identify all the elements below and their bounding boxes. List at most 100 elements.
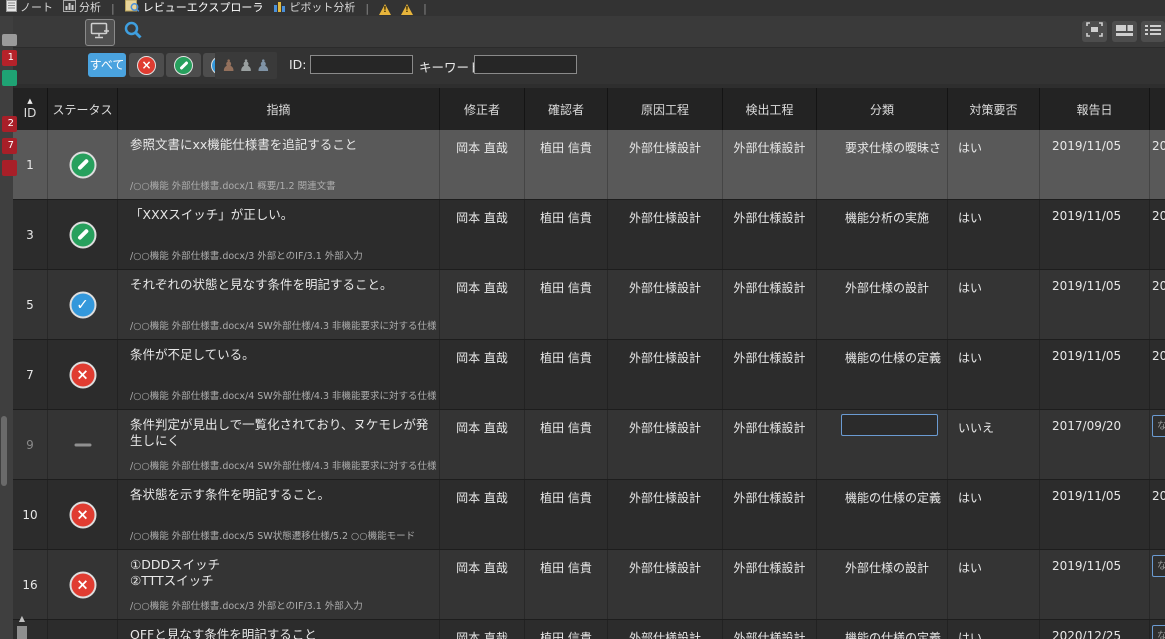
card-view-icon [1116,22,1133,41]
category-text: 機能の仕様の定義 [845,629,946,639]
table-row[interactable]: 1参照文書にxx機能仕様書を追記すること/○○機能 外部仕様書.docx/1 概… [13,130,1165,200]
id-cell: 16 [13,550,48,619]
toolbar [13,16,1165,47]
menu-separator: | [423,2,427,15]
pivot-analysis-icon [273,0,286,15]
menu-item-label: ノート [20,0,53,15]
category-cell: 外部仕様の設計 [817,550,948,619]
fixer-cell: 岡本 直哉 [440,270,525,339]
status-cell: × [48,340,118,409]
warning-icon[interactable] [379,4,391,15]
scroll-up-arrow[interactable]: ▲ [15,612,29,625]
menu-item-note[interactable]: ノート [6,0,53,15]
row-id: 16 [13,578,47,592]
table-row[interactable]: 10×各状態を示す条件を明記すること。/○○機能 外部仕様書.docx/5 SW… [13,480,1165,550]
person-filter-brown-icon[interactable]: ♟ [221,56,235,75]
category-cell: 機能の仕様の定義 [817,480,948,549]
table-row[interactable]: OFFと見なす条件を明記すること岡本 直哉植田 信貴外部仕様設計外部仕様設計機能… [13,620,1165,639]
search-icon [123,20,143,44]
issue-cell: それぞれの状態と見なす条件を明記すること。/○○機能 外部仕様書.docx/4 … [118,270,440,339]
list-view-button[interactable] [1141,21,1165,42]
table-row[interactable]: 9条件判定が見出しで一覧化されており、ヌケモレが発生しにく/○○機能 外部仕様書… [13,410,1165,480]
column-header: 指摘 [118,88,440,130]
status-reject-icon: × [69,361,96,388]
checker-name: 植田 信貴 [525,559,607,576]
action-required-cell: はい [948,340,1040,409]
detect-process: 外部仕様設計 [723,279,816,296]
table-row[interactable]: 16×①DDDスイッチ ②TTTスイッチ/○○機能 外部仕様書.docx/3 外… [13,550,1165,620]
sidebar-badge[interactable]: 2 [2,116,17,132]
report-date-value: 2019/11/05 [1052,139,1121,153]
table-scrollbar-thumb[interactable] [17,626,27,639]
clipped-dropdown[interactable]: な [1152,415,1165,437]
id-cell: 10 [13,480,48,549]
category-cell: 機能の仕様の定義 [817,340,948,409]
checker-name: 植田 信貴 [525,139,607,156]
sidebar-badge[interactable] [2,34,17,46]
filter-rejected-button[interactable]: × [129,53,164,77]
fixer-cell: 岡本 直哉 [440,200,525,269]
filter-all-button[interactable]: すべて [88,53,126,77]
issue-text: それぞれの状態と見なす条件を明記すること。 [130,277,435,293]
checker-cell: 植田 信貴 [525,410,608,479]
left-scrollbar-thumb[interactable] [1,416,7,486]
category-text: 要求仕様の曖昧さ [845,139,946,156]
issue-text: ①DDDスイッチ ②TTTスイッチ [130,557,435,589]
sidebar-badge[interactable] [2,160,17,176]
card-view-button[interactable] [1112,21,1137,42]
clipped-dropdown[interactable]: な [1152,625,1165,639]
clipped-date-text: 20 [1152,279,1165,293]
menu-item-analysis[interactable]: 分析 [63,0,101,15]
sidebar-badge[interactable] [2,70,17,86]
report-date-cell: 2019/11/05 [1040,550,1150,619]
pencil-glyph [77,229,89,241]
detect-process: 外部仕様設計 [723,209,816,226]
add-to-screen-button[interactable] [85,19,115,46]
action-required-cell: いいえ [948,410,1040,479]
category-cell: 機能の仕様の定義 [817,620,948,639]
row-id: 9 [13,438,47,452]
detect-process: 外部仕様設計 [723,559,816,576]
search-button[interactable] [120,20,146,44]
detect-process: 外部仕様設計 [723,419,816,436]
clipped-dropdown[interactable]: な [1152,555,1165,577]
id-filter-input[interactable] [310,55,413,74]
checker-name: 植田 信貴 [525,629,607,639]
detect-cell: 外部仕様設計 [723,340,817,409]
row-id: 7 [13,368,47,382]
keyword-filter-input[interactable] [474,55,577,74]
table-row[interactable]: 7×条件が不足している。/○○機能 外部仕様書.docx/4 SW外部仕様/4.… [13,340,1165,410]
pencil-glyph [77,159,89,171]
column-header: 修正者 [440,88,525,130]
clipped-date-text: 20 [1152,349,1165,363]
person-filter-blue-icon[interactable]: ♟ [256,56,270,75]
id-filter-label: ID: [289,57,307,72]
report-date-value: 2019/11/05 [1052,349,1121,363]
sidebar-badge[interactable]: 1 [2,50,17,66]
column-header: ▲ID [13,88,48,130]
clipped-date-text: 20 [1152,139,1165,153]
sidebar-badge[interactable]: 7 [2,138,17,154]
cause-process: 外部仕様設計 [608,419,722,436]
status-cell [48,410,118,479]
fullscreen-button[interactable] [1082,21,1107,42]
category-input[interactable] [841,414,938,436]
action-required-value: はい [958,559,982,576]
table-row[interactable]: 3「XXXスイッチ」が正しい。/○○機能 外部仕様書.docx/3 外部とのIF… [13,200,1165,270]
menu-item-review-explorer[interactable]: レビューエクスプローラ [125,0,264,15]
column-header: 確認者 [525,88,608,130]
detect-cell: 外部仕様設計 [723,410,817,479]
person-filter-gray-icon[interactable]: ♟ [239,56,253,75]
warning-user-icon[interactable] [401,4,413,15]
action-required-cell: はい [948,480,1040,549]
checker-cell: 植田 信貴 [525,200,608,269]
column-header-label: 確認者 [548,101,584,118]
issue-path: /○○機能 外部仕様書.docx/1 概要/1.2 関連文書 [130,178,437,192]
clipped-cell: 20 [1150,270,1165,339]
report-date-cell: 2020/12/25 [1040,620,1150,639]
menu-item-pivot-analysis[interactable]: ピボット分析 [273,0,355,15]
filter-editing-button[interactable] [166,53,201,77]
table-row[interactable]: 5✓それぞれの状態と見なす条件を明記すること。/○○機能 外部仕様書.docx/… [13,270,1165,340]
fixer-name: 岡本 直哉 [440,349,524,366]
clipped-cell: な [1150,620,1165,639]
